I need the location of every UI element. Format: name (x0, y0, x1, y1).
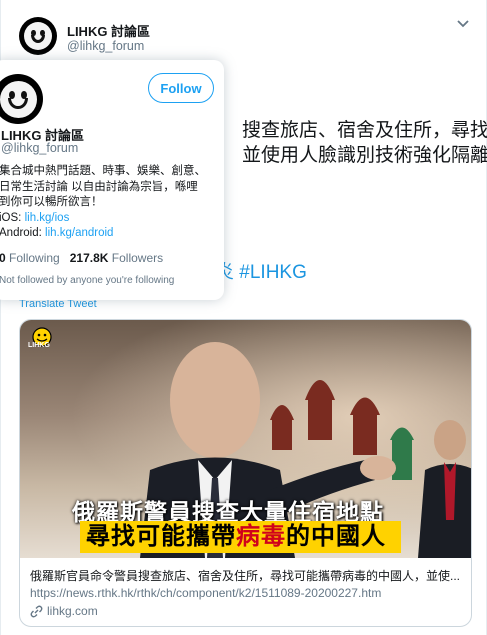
link-icon (30, 605, 43, 617)
bio-line: 到你可以暢所欲言！ (0, 196, 103, 208)
ios-link[interactable]: lih.kg/ios (25, 212, 70, 224)
following-stat[interactable]: 0 Following (0, 251, 60, 265)
card-domain-text: lihkg.com (47, 604, 98, 618)
author-name[interactable]: LIHKG 討論區 (67, 21, 150, 40)
lihkg-logo-text: LIHKG (28, 342, 50, 349)
bio-line: 日常生活討論 以自由討論為宗旨，喺哩 (0, 180, 198, 193)
profile-hover-card: Follow LIHKG 討論區 @lihkg_forum 集合城中熱門話題、時… (0, 60, 224, 300)
tweet: LIHKG 討論區 @lihkg_forum 搜查旅店、宿舍及住所，尋找 並使用… (0, 0, 487, 635)
card-caption-highlight: 尋找可能攜帶病毒的中國人 (86, 523, 386, 550)
android-label: Android: (0, 227, 42, 239)
card-url: https://news.rthk.hk/rthk/ch/component/k… (30, 586, 382, 600)
lihkg-logo-icon (32, 327, 52, 347)
card-image: LIHKG 俄羅斯警員搜查大量住宿地點 尋找可能攜帶病毒的中國人 (20, 320, 471, 558)
smiley-face-icon (0, 80, 37, 118)
bio-line: 集合城中熱門話題、時事、娛樂、創意、 (0, 165, 206, 177)
smiley-face-icon (23, 21, 53, 51)
profile-stats: 0 Following 217.8K Followers (0, 251, 163, 265)
card-domain: lihkg.com (30, 604, 98, 618)
chevron-down-icon[interactable] (456, 19, 470, 29)
hashtag-link[interactable]: 炎 #LIHKG (215, 260, 307, 285)
follow-button[interactable]: Follow (148, 73, 214, 103)
profile-bio: 集合城中熱門話題、時事、娛樂、創意、 日常生活討論 以自由討論為宗旨，喺哩 到你… (0, 164, 219, 242)
card-title[interactable]: 俄羅斯官員命令警員搜查旅店、宿舍及住所，尋找可能攜帶病毒的中國人，並使... (30, 567, 463, 584)
followed-by-note: Not followed by anyone you're following (0, 275, 175, 286)
followers-stat[interactable]: 217.8K Followers (70, 251, 163, 265)
tweet-text-line: 並使用人臉識別技術強化隔離 (242, 145, 487, 166)
author-avatar[interactable] (19, 17, 57, 55)
profile-avatar[interactable] (0, 74, 43, 124)
android-link[interactable]: lih.kg/android (45, 227, 113, 239)
tweet-text-line: 搜查旅店、宿舍及住所，尋找 (242, 120, 487, 141)
author-handle[interactable]: @lihkg_forum (67, 39, 144, 53)
ios-label: iOS: (0, 211, 22, 224)
profile-handle[interactable]: @lihkg_forum (1, 141, 78, 155)
link-card[interactable]: LIHKG 俄羅斯警員搜查大量住宿地點 尋找可能攜帶病毒的中國人 俄羅斯官員命令… (19, 319, 472, 627)
